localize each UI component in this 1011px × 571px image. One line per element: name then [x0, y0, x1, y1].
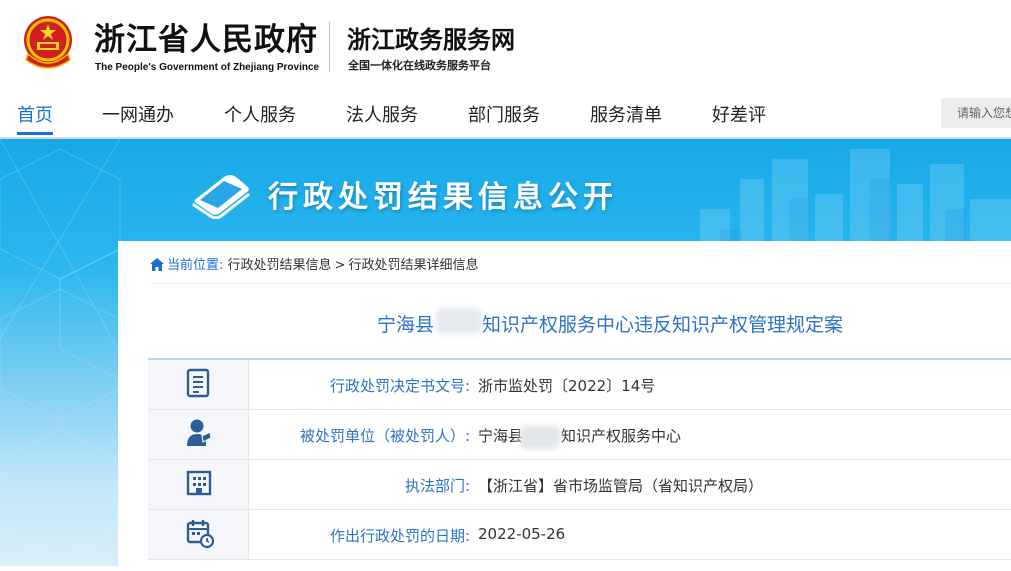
calendar-icon — [186, 520, 214, 548]
gov-name-english: The People's Government of Zhejiang Prov… — [95, 62, 320, 73]
site-name[interactable]: 浙江政务服务网 — [347, 25, 515, 55]
banner-title: 行政处罚结果信息公开 — [268, 180, 618, 215]
site-subtitle: 全国一体化在线政务服务平台 — [348, 59, 491, 72]
site-header: 浙江省人民政府 The People's Government of Zheji… — [0, 0, 1011, 88]
search-input[interactable]: 请输入您想 — [941, 98, 1011, 128]
detail-row-punished-party: 被处罚单位（被处罚人）: 宁海县 知识产权服务中心 — [148, 410, 1011, 460]
document-icon — [186, 368, 210, 398]
nav-item-one-stop[interactable]: 一网通办 — [102, 101, 174, 127]
detail-icon-cell — [148, 510, 249, 559]
nav-item-legal-entity[interactable]: 法人服务 — [346, 101, 418, 127]
nav-item-service-list[interactable]: 服务清单 — [590, 101, 662, 127]
main-nav: 首页 一网通办 个人服务 法人服务 部门服务 服务清单 好差评 — [0, 88, 1011, 138]
building-icon — [186, 470, 212, 496]
detail-label: 被处罚单位（被处罚人）: — [299, 427, 470, 445]
detail-row-enforcement-dept: 执法部门: 【浙江省】省市场监管局（省知识产权局） — [148, 460, 1011, 510]
detail-value-part1: 宁海县 — [478, 427, 524, 445]
detail-row-decision-number: 行政处罚决定书文号: 浙市监处罚〔2022〕14号 — [148, 360, 1011, 410]
breadcrumb: 当前位置: 行政处罚结果信息 > 行政处罚结果详细信息 — [150, 254, 478, 273]
person-icon — [187, 419, 212, 446]
breadcrumb-divider — [150, 283, 1011, 284]
detail-value-part2: 知识产权服务中心 — [561, 427, 682, 445]
detail-value: 【浙江省】省市场监管局（省知识产权局） — [478, 477, 764, 495]
breadcrumb-separator: > — [334, 258, 346, 273]
nav-active-indicator — [17, 132, 53, 135]
header-divider — [329, 22, 330, 72]
nav-item-home[interactable]: 首页 — [17, 101, 53, 127]
detail-icon-cell — [148, 360, 249, 409]
redaction-blur — [520, 425, 560, 449]
detail-value: 浙市监处罚〔2022〕14号 — [478, 377, 656, 395]
breadcrumb-prefix: 当前位置: — [167, 258, 224, 273]
detail-value: 2022-05-26 — [478, 525, 566, 543]
home-icon[interactable] — [150, 258, 164, 271]
nav-item-personal[interactable]: 个人服务 — [224, 101, 296, 127]
detail-label: 行政处罚决定书文号: — [329, 377, 470, 395]
gov-name[interactable]: 浙江省人民政府 — [94, 22, 318, 58]
case-title-part1: 宁海县 — [377, 314, 435, 336]
detail-row-penalty-date: 作出行政处罚的日期: 2022-05-26 — [148, 510, 1011, 560]
nav-item-department[interactable]: 部门服务 — [468, 101, 540, 127]
detail-value: 宁海县 知识产权服务中心 — [478, 425, 681, 446]
detail-label: 作出行政处罚的日期: — [329, 527, 470, 545]
redaction-blur — [436, 308, 482, 334]
detail-label: 执法部门: — [404, 477, 470, 495]
book-icon — [192, 175, 250, 219]
nav-item-rating[interactable]: 好差评 — [712, 101, 766, 127]
breadcrumb-item-detail[interactable]: 行政处罚结果详细信息 — [348, 258, 478, 273]
national-emblem-icon[interactable] — [20, 14, 76, 74]
case-title-part2: 知识产权服务中心违反知识产权管理规定案 — [482, 314, 844, 336]
detail-icon-cell — [148, 460, 249, 509]
detail-icon-cell — [148, 410, 249, 459]
breadcrumb-item-list[interactable]: 行政处罚结果信息 — [228, 258, 332, 273]
